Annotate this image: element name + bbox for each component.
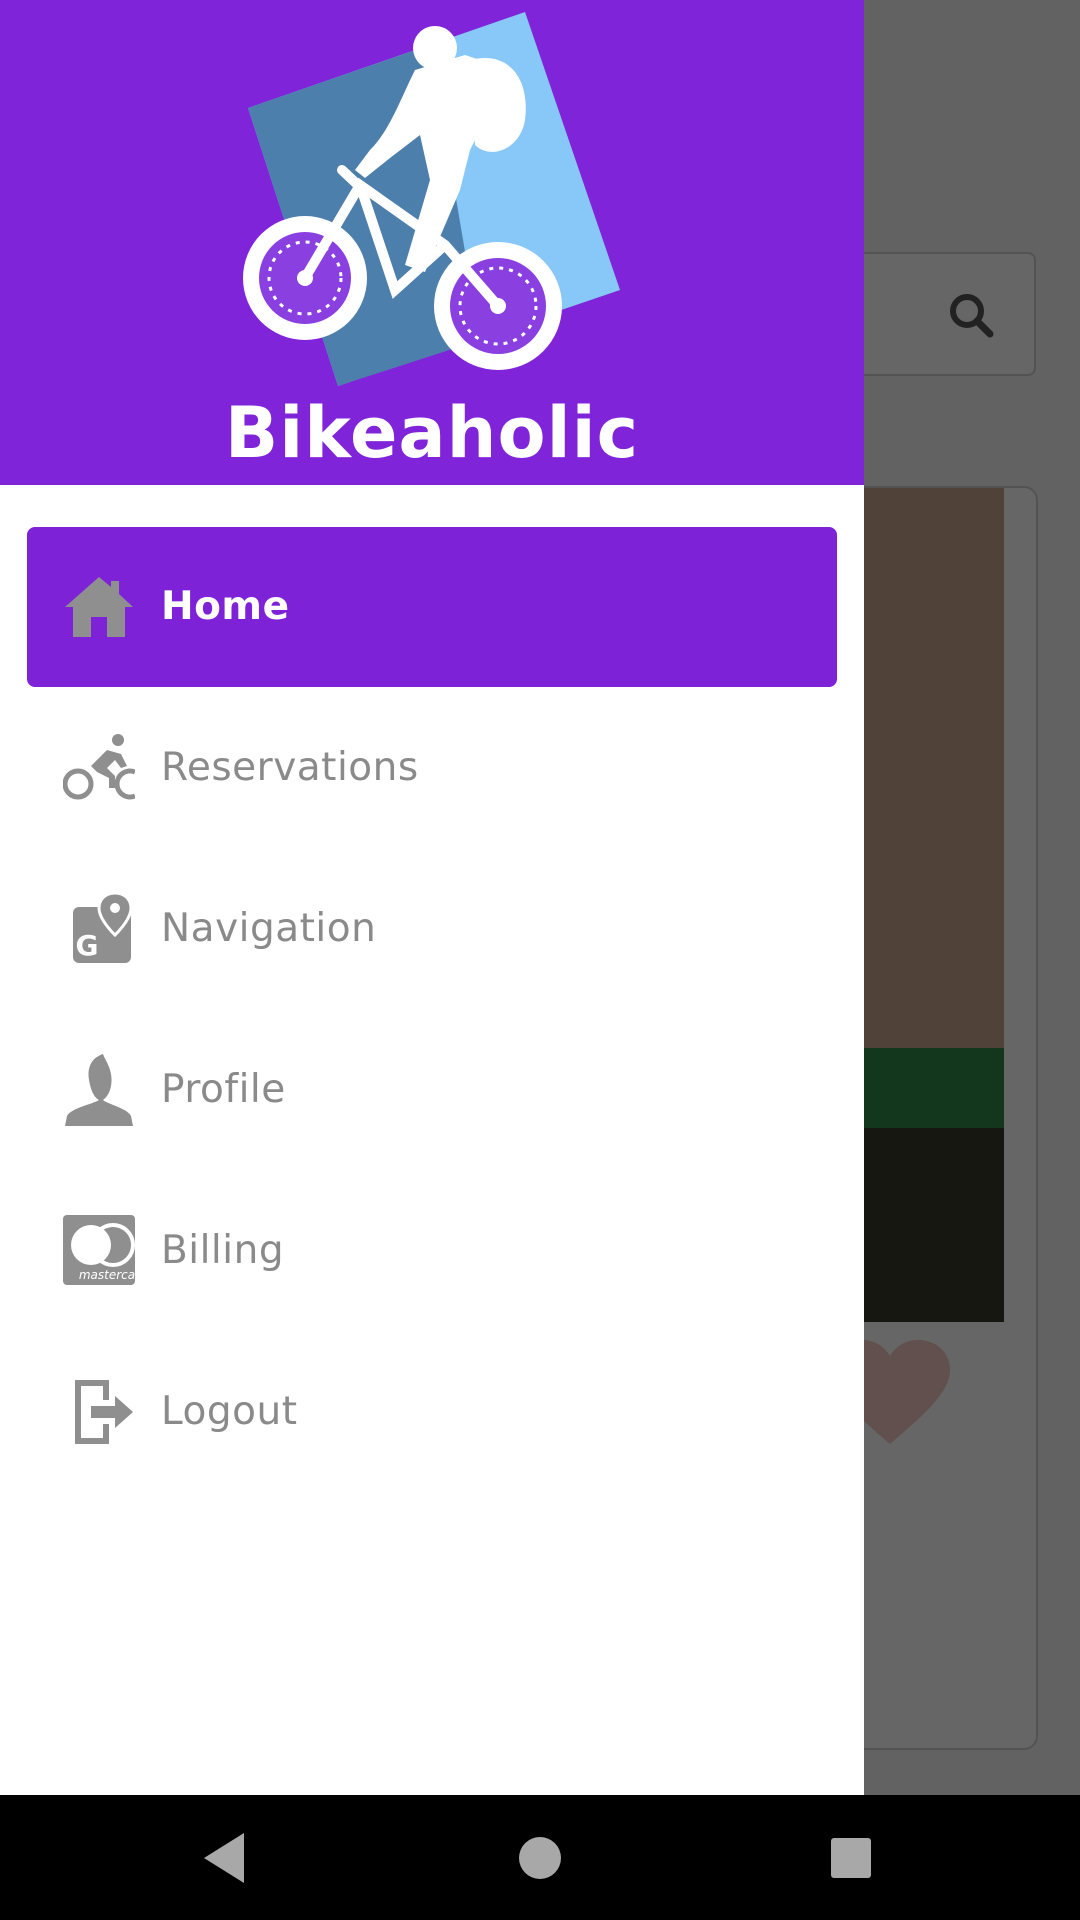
drawer-item-label: Profile bbox=[161, 1067, 286, 1112]
drawer-header: Bikeaholic bbox=[0, 0, 864, 485]
drawer-item-label: Home bbox=[161, 584, 290, 629]
system-navigation-bar bbox=[0, 1795, 1080, 1920]
bikeaholic-logo bbox=[243, 12, 620, 386]
drawer-item-label: Billing bbox=[161, 1228, 285, 1273]
navigation-drawer: Bikeaholic Home Reservations G Navigatio… bbox=[0, 0, 864, 1795]
svg-text:masterca: masterca bbox=[79, 1268, 135, 1282]
home-icon bbox=[65, 577, 133, 637]
drawer-item-label: Logout bbox=[161, 1389, 298, 1434]
drawer-item-label: Navigation bbox=[161, 906, 377, 951]
recents-square-icon[interactable] bbox=[818, 1825, 884, 1891]
drawer-item-reservations[interactable]: Reservations bbox=[27, 688, 837, 848]
drawer-item-navigation[interactable]: G Navigation bbox=[27, 849, 837, 1009]
person-icon bbox=[65, 1054, 133, 1126]
home-circle-icon[interactable] bbox=[507, 1825, 573, 1891]
brand-title: Bikeaholic bbox=[224, 392, 640, 474]
logout-icon bbox=[75, 1380, 133, 1444]
drawer-item-logout[interactable]: Logout bbox=[27, 1332, 837, 1492]
map-pin-icon: G bbox=[73, 893, 133, 963]
drawer-item-billing[interactable]: masterca Billing bbox=[27, 1171, 837, 1331]
drawer-item-label: Reservations bbox=[161, 745, 419, 790]
cyclist-icon bbox=[63, 734, 135, 800]
mastercard-icon: masterca bbox=[63, 1215, 135, 1285]
back-triangle-icon[interactable] bbox=[192, 1825, 258, 1891]
drawer-item-profile[interactable]: Profile bbox=[27, 1010, 837, 1170]
drawer-item-home[interactable]: Home bbox=[27, 527, 837, 687]
svg-text:G: G bbox=[76, 929, 99, 962]
